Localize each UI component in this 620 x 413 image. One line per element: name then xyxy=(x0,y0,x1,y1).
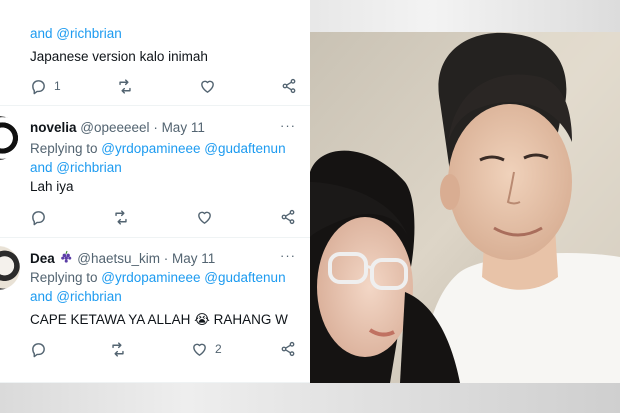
reply-context: Replying to @yrdopamineee @gudaftenun an… xyxy=(30,139,300,177)
user-handle[interactable]: @opeeeeel xyxy=(80,120,149,135)
reply-mentions-link[interactable]: and @richbrian xyxy=(30,26,122,41)
reply-icon xyxy=(32,342,45,357)
retweet-button[interactable] xyxy=(112,207,130,227)
reply-button[interactable] xyxy=(30,339,47,359)
like-button[interactable]: 2 xyxy=(191,339,222,359)
heart-icon xyxy=(193,343,206,356)
retweet-icon xyxy=(119,78,131,94)
tweet-actions: 1 xyxy=(0,76,310,96)
tweet-date[interactable]: May 11 xyxy=(162,120,205,135)
heart-icon xyxy=(201,80,214,93)
share-button[interactable] xyxy=(280,339,296,359)
reply-mentions-link[interactable]: and @richbrian xyxy=(30,160,122,175)
share-icon xyxy=(281,341,295,357)
tweet-1[interactable]: and @richbrian Japanese version kalo ini… xyxy=(0,0,310,106)
grapes-icon xyxy=(60,250,73,266)
retweet-icon xyxy=(112,341,124,357)
reply-mentions-link[interactable]: and @richbrian xyxy=(30,289,122,304)
reply-count: 1 xyxy=(54,79,61,93)
like-button[interactable] xyxy=(199,76,223,96)
heart-icon xyxy=(198,211,211,224)
reply-context: Replying to @yrdopamineee @gudaftenun an… xyxy=(30,268,300,306)
tweet-actions xyxy=(0,207,310,227)
retweet-button[interactable] xyxy=(116,76,134,96)
tweet-text: Japanese version kalo inimah xyxy=(30,49,208,64)
tweet-text: CAPE KETAWA YA ALLAH 😭 RAHANG W xyxy=(30,312,288,327)
separator-dot: · xyxy=(160,251,173,266)
reply-icon xyxy=(32,210,45,225)
more-options-button[interactable]: ··· xyxy=(280,118,296,133)
share-button[interactable] xyxy=(281,76,297,96)
reply-button[interactable]: 1 xyxy=(30,76,61,96)
tweet-2[interactable]: novelia @opeeeeel · May 11 ··· Replying … xyxy=(0,106,310,238)
retweet-icon xyxy=(115,209,127,225)
separator-dot: · xyxy=(149,120,162,135)
avatar[interactable] xyxy=(0,116,20,160)
couple-photo xyxy=(310,32,620,383)
reply-icon xyxy=(32,79,45,94)
tweet-actions: 2 xyxy=(0,339,310,359)
reply-context: and @richbrian xyxy=(30,24,300,43)
like-count: 2 xyxy=(215,342,222,356)
reply-mentions-link[interactable]: @yrdopamineee @gudaftenun xyxy=(101,141,285,156)
tweet-header: novelia @opeeeeel · May 11 xyxy=(30,120,205,135)
twitter-reply-feed: and @richbrian Japanese version kalo ini… xyxy=(0,0,310,383)
retweet-button[interactable] xyxy=(109,339,127,359)
tweet-header: Dea @haetsu_kim · May 11 xyxy=(30,250,215,266)
tweet-date[interactable]: May 11 xyxy=(172,251,215,266)
display-name[interactable]: novelia xyxy=(30,120,77,135)
share-icon xyxy=(281,209,295,225)
more-options-button[interactable]: ··· xyxy=(280,248,296,263)
reply-button[interactable] xyxy=(30,207,47,227)
background-bottom xyxy=(0,383,620,413)
tweet-text: Lah iya xyxy=(30,179,74,194)
like-button[interactable] xyxy=(196,207,213,227)
share-icon xyxy=(282,78,296,94)
reply-prefix: Replying to xyxy=(30,141,102,156)
user-handle[interactable]: @haetsu_kim xyxy=(77,251,160,266)
reply-mentions-link[interactable]: @yrdopamineee @gudaftenun xyxy=(101,270,285,285)
display-name[interactable]: Dea xyxy=(30,251,55,266)
avatar[interactable] xyxy=(0,246,20,290)
reply-prefix: Replying to xyxy=(30,270,102,285)
share-button[interactable] xyxy=(280,207,296,227)
tweet-3[interactable]: Dea @haetsu_kim · May 11 ··· Replying to… xyxy=(0,238,310,383)
